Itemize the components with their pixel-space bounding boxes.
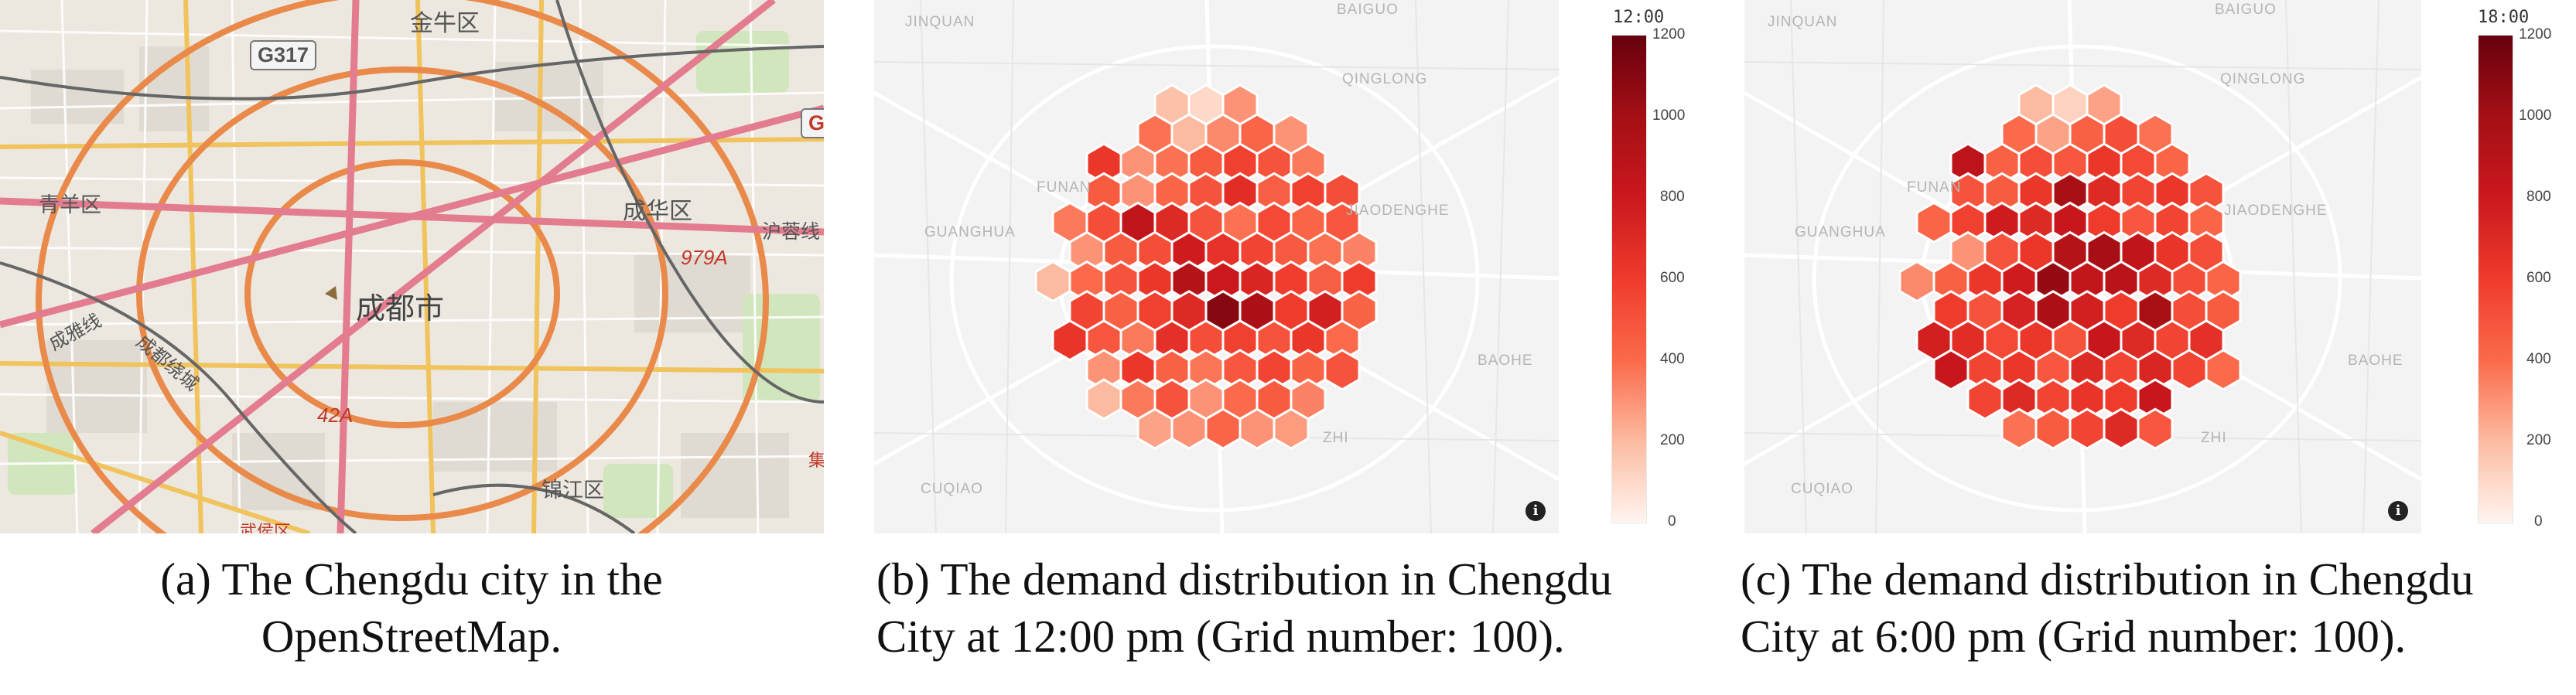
hex-cell [1324, 349, 1361, 391]
hex-cell [2103, 407, 2140, 450]
colorbar-noon [1611, 35, 1647, 523]
map-label-guanghua: GUANGHUA [924, 224, 1016, 240]
colorbar-evening [2478, 35, 2513, 523]
colorbar-tick: 0 [1668, 513, 1676, 530]
map-label-chenghua: 成华区 [623, 198, 692, 225]
map-label-jiaodenghe: JIAODENGHE [2224, 203, 2328, 219]
colorbar-tick: 600 [1660, 270, 1685, 286]
route-label-979a: 979A [681, 246, 728, 269]
hex-cell [1051, 319, 1088, 362]
map-label-jinniu: 金牛区 [410, 10, 480, 37]
map-label-funan: FUNAN [1037, 179, 1092, 196]
map-label-baiguo: BAIGUO [2215, 2, 2277, 18]
map-label-cuqiao: CUQIAO [921, 481, 983, 497]
hex-cell [1898, 260, 1935, 303]
heatmap-noon-panel: JINQUAN QINGLONG FUNAN JIAODENGHE GUANGH… [874, 0, 1559, 533]
map-label-qinglong: QINGLONG [1342, 71, 1428, 87]
caption-a-line1: (a) The Chengdu city in the [160, 554, 663, 605]
caption-c-line2: City at 6:00 pm (Grid number: 100). [1741, 611, 2407, 662]
osm-map-panel: 金牛区 G317 G 青羊区 成华区 沪蓉线 成都市 979A 成雅线 成都绕城… [0, 0, 824, 533]
colorbar-tick: 800 [1660, 189, 1685, 205]
map-label-jiaodenghe: JIAODENGHE [1346, 203, 1450, 219]
info-icon[interactable]: i [2388, 501, 2408, 521]
map-label-guanghua: GUANGHUA [1795, 224, 1886, 240]
map-label-zhi: ZHI [2201, 430, 2227, 446]
caption-c: (c) The demand distribution in Chengdu C… [1741, 550, 2474, 665]
hex-cell [1915, 201, 1952, 244]
map-label-baiguo: BAIGUO [1337, 2, 1399, 18]
heatmap-evening-panel: JINQUAN QINGLONG FUNAN JIAODENGHE GUANGH… [1744, 0, 2421, 533]
map-label-hurong: 沪蓉线 [762, 220, 821, 243]
hex-cell [1204, 407, 1242, 450]
map-label-cuqiao: CUQIAO [1791, 481, 1853, 497]
route-label-42a: 42A [317, 404, 354, 427]
map-label-baohe: BAOHE [1478, 353, 1533, 369]
map-label-city: 成都市 [356, 291, 445, 325]
map-label-funan: FUNAN [1907, 179, 1962, 196]
hex-cell [1273, 407, 1310, 450]
hex-cell [2205, 349, 2242, 391]
colorbar-tick: 600 [2526, 270, 2551, 286]
colorbar-tick: 0 [2534, 513, 2543, 530]
colorbar-title-evening: 18:00 [2478, 8, 2530, 27]
caption-a-line2: OpenStreetMap. [261, 611, 562, 662]
colorbar-tick: 1000 [1652, 107, 1686, 124]
hex-cell [2000, 407, 2038, 450]
colorbar-tick: 1000 [2519, 107, 2552, 124]
highway-shield-g317: G317 [250, 40, 317, 70]
map-label-jinjiang: 锦江区 [542, 479, 604, 503]
caption-b-line2: City at 12:00 pm (Grid number: 100). [876, 611, 1565, 662]
hex-cell [2069, 407, 2106, 450]
highway-shield-edge: G [801, 108, 824, 138]
map-label-zhi: ZHI [1323, 430, 1349, 446]
map-label-wuhou: 武侯区 [240, 523, 292, 533]
basemap-noon [874, 0, 1559, 533]
colorbar-tick: 400 [2526, 351, 2551, 367]
colorbar-tick: 400 [1660, 351, 1685, 367]
map-label-qinglong: QINGLONG [2220, 71, 2306, 87]
colorbar-tick: 800 [2526, 189, 2551, 205]
hex-cell [2137, 407, 2174, 450]
map-label-qingyang: 青羊区 [39, 193, 101, 217]
hex-cell [1238, 407, 1276, 450]
hex-cell [2171, 349, 2208, 391]
hex-cell [1932, 349, 1970, 391]
hex-cell [1085, 378, 1122, 421]
info-icon[interactable]: i [1525, 501, 1546, 521]
colorbar-tick: 1200 [1652, 26, 1686, 43]
map-label-baohe: BAOHE [2348, 353, 2403, 369]
colorbar-title-noon: 12:00 [1613, 8, 1665, 27]
basemap-evening [1744, 0, 2421, 533]
colorbar-tick: 200 [1660, 432, 1685, 448]
map-label-edge: 集 [808, 451, 824, 471]
caption-c-line1: (c) The demand distribution in Chengdu [1741, 554, 2474, 605]
hex-cell [2034, 407, 2072, 450]
caption-b-line1: (b) The demand distribution in Chengdu [876, 554, 1612, 605]
map-label-jinquan: JINQUAN [905, 14, 975, 30]
hex-cell [1034, 260, 1071, 303]
caption-b: (b) The demand distribution in Chengdu C… [876, 550, 1612, 665]
hex-cell [1966, 378, 2004, 421]
colorbar-tick: 1200 [2519, 26, 2552, 43]
colorbar-tick: 200 [2526, 432, 2551, 448]
hex-cell [1136, 407, 1174, 450]
hex-cell [1170, 407, 1208, 450]
map-label-jinquan: JINQUAN [1768, 14, 1838, 30]
